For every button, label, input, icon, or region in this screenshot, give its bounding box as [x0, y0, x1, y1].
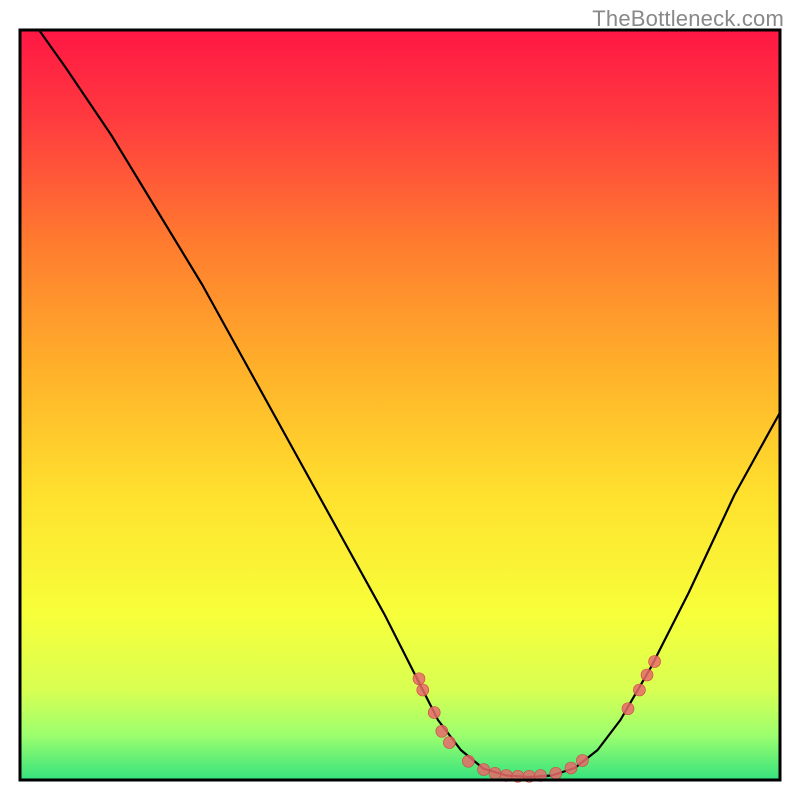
data-point — [462, 755, 474, 767]
data-point — [436, 725, 448, 737]
data-point — [428, 707, 440, 719]
data-point — [443, 737, 455, 749]
data-point — [641, 669, 653, 681]
data-point — [649, 656, 661, 668]
chart-svg — [0, 0, 800, 800]
data-point — [417, 684, 429, 696]
plot-background — [20, 30, 780, 780]
data-point — [478, 764, 490, 776]
watermark-text: TheBottleneck.com — [592, 6, 784, 32]
data-point — [550, 767, 562, 779]
data-point — [633, 684, 645, 696]
chart-area: TheBottleneck.com — [0, 0, 800, 800]
data-point — [565, 762, 577, 774]
data-point — [489, 767, 501, 779]
data-point — [622, 703, 634, 715]
data-point — [413, 673, 425, 685]
data-point — [576, 755, 588, 767]
